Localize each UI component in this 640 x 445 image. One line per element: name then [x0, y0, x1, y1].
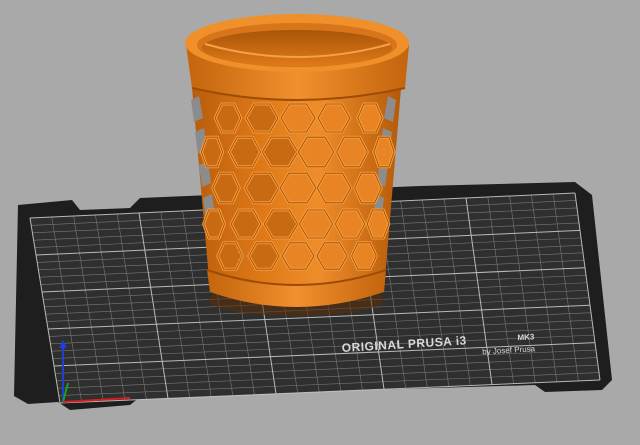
honeycomb-cell	[315, 171, 353, 205]
honeycomb-cell	[227, 135, 263, 169]
honeycomb-cell	[199, 135, 225, 169]
honeycomb-cell	[278, 171, 318, 205]
honeycomb-cell	[202, 208, 226, 240]
honeycomb-cell	[247, 241, 281, 271]
honeycomb-cell	[365, 208, 391, 240]
honeycomb-cell	[280, 241, 316, 271]
honeycomb-cell	[296, 135, 336, 169]
honeycomb-cell	[335, 135, 369, 169]
honeycomb-cell	[316, 102, 352, 134]
model-honeycomb-pattern	[199, 102, 396, 271]
honeycomb-cell	[297, 208, 335, 240]
honeycomb-cell	[260, 135, 300, 169]
honeycomb-cell	[213, 102, 243, 134]
3d-viewport[interactable]: ORIGINAL PRUSA i3 MK3 by Josef Prusa	[0, 0, 640, 445]
honeycomb-cell	[262, 208, 300, 240]
model-interior	[202, 30, 392, 66]
bed-brand-line1-suffix: MK3	[517, 332, 535, 342]
honeycomb-cell	[244, 102, 280, 134]
honeycomb-cell	[229, 208, 263, 240]
honeycomb-cell	[279, 102, 317, 134]
honeycomb-cell	[211, 171, 241, 205]
honeycomb-cell	[315, 241, 349, 271]
honeycomb-cell	[243, 171, 281, 205]
honeycomb-cell	[333, 208, 367, 240]
honeycomb-cell	[353, 171, 383, 205]
honeycomb-cell	[356, 102, 384, 134]
scene-canvas[interactable]: ORIGINAL PRUSA i3 MK3 by Josef Prusa	[0, 0, 640, 445]
honeycomb-cell	[350, 241, 378, 271]
honeycomb-cell	[216, 241, 244, 271]
honeycomb-cell	[372, 135, 396, 169]
